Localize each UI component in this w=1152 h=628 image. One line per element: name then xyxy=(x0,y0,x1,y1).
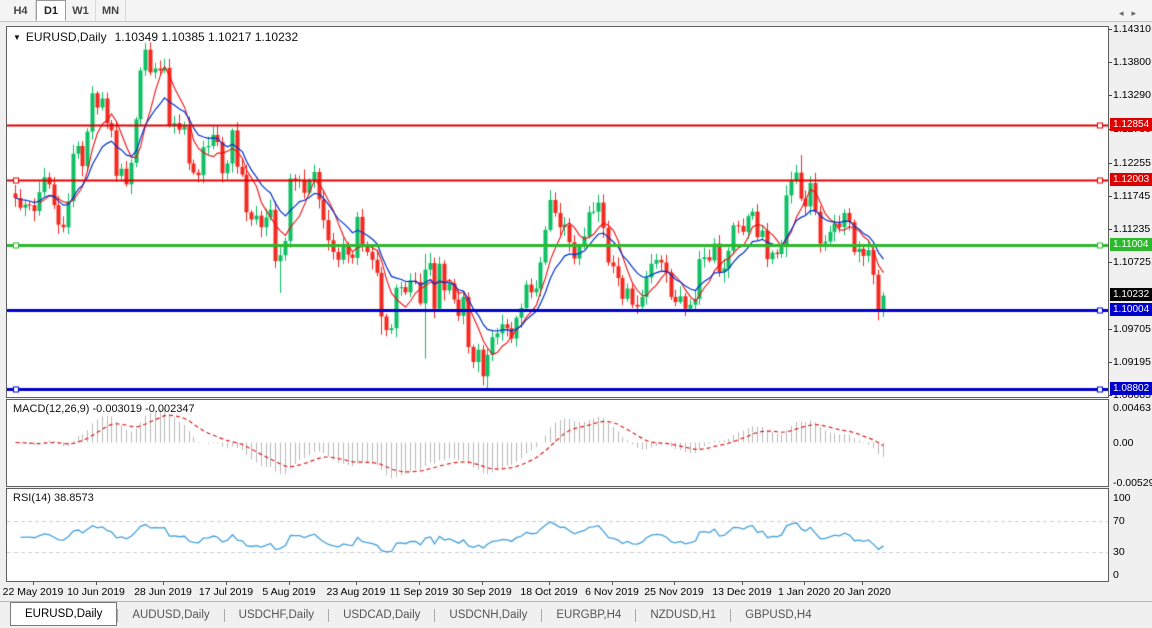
rsi-name: RSI(14) xyxy=(13,492,51,504)
date-axis-label: 17 Jul 2019 xyxy=(198,586,254,598)
macd-panel: MACD(12,26,9) -0.003019 -0.002347 xyxy=(6,399,1109,487)
symbol-tab-nzdusd[interactable]: NZDUSD,H1 xyxy=(636,604,730,626)
date-axis-label: 1 Jan 2020 xyxy=(778,586,830,598)
price-tick-mark xyxy=(1109,62,1112,63)
timeframe-button-h4[interactable]: H4 xyxy=(6,0,36,21)
price-tick-label: 1.12255 xyxy=(1113,157,1151,169)
date-axis-label: 25 Nov 2019 xyxy=(644,586,704,598)
timeframe-button-d1[interactable]: D1 xyxy=(36,0,66,21)
date-axis-label: 28 Jun 2019 xyxy=(134,586,192,598)
timeframe-button-mn[interactable]: MN xyxy=(96,0,126,21)
price-tick-label: 1.09705 xyxy=(1113,323,1151,335)
symbol-tab-eurgbp[interactable]: EURGBP,H4 xyxy=(542,604,635,626)
price-tick-mark xyxy=(1109,196,1112,197)
date-tick-mark xyxy=(419,582,420,585)
mt4-chart-window: H4 D1 W1 MN ▼ EURUSD,Daily 1.10349 1.10385 1.… xyxy=(0,0,1152,628)
price-tick-mark xyxy=(1109,163,1112,164)
chart-ohlc-values: 1.10349 1.10385 1.10217 1.10232 xyxy=(114,30,299,44)
date-tick-mark xyxy=(356,582,357,585)
price-tick-label: 1.10725 xyxy=(1113,256,1151,268)
date-axis-label: 10 Jun 2019 xyxy=(67,586,125,598)
date-tick-mark xyxy=(612,582,613,585)
rsi-axis-label: 100 xyxy=(1113,492,1131,504)
symbol-tab-usdchf[interactable]: USDCHF,Daily xyxy=(225,604,328,626)
chart-dropdown-icon[interactable]: ▼ xyxy=(13,33,21,42)
timeframe-button-w1[interactable]: W1 xyxy=(66,0,96,21)
macd-axis-label: 0.00463 xyxy=(1113,402,1151,414)
price-tick-label: 1.09195 xyxy=(1113,356,1151,368)
date-tick-mark xyxy=(674,582,675,585)
symbol-tab-audusd[interactable]: AUDUSD,Daily xyxy=(118,604,223,626)
symbol-tab-usdcnh[interactable]: USDCNH,Daily xyxy=(435,604,541,626)
price-level-badge: 1.10232 xyxy=(1110,288,1152,301)
macd-label: MACD(12,26,9) -0.003019 -0.002347 xyxy=(13,403,195,415)
date-axis: 22 May 2019 10 Jun 2019 28 Jun 2019 17 Jul … xyxy=(2,582,1152,600)
rsi-axis-label: 0 xyxy=(1113,569,1119,581)
price-level-badge: 1.11004 xyxy=(1110,238,1152,251)
macd-name: MACD(12,26,9) xyxy=(13,403,90,415)
date-axis-label: 30 Sep 2019 xyxy=(452,586,512,598)
price-tick-label: 1.13800 xyxy=(1113,56,1151,68)
price-tick-label: 1.13290 xyxy=(1113,89,1151,101)
symbol-tab-eurusd[interactable]: EURUSD,Daily xyxy=(10,601,118,626)
price-tick-label: 1.14310 xyxy=(1113,23,1151,35)
date-tick-mark xyxy=(163,582,164,585)
date-axis-label: 22 May 2019 xyxy=(2,586,64,598)
price-chart-panel: ▼ EURUSD,Daily 1.10349 1.10385 1.10217 1.1… xyxy=(6,26,1109,398)
symbol-tab-usdcad[interactable]: USDCAD,Daily xyxy=(329,604,434,626)
date-axis-label: 18 Oct 2019 xyxy=(520,586,578,598)
symbol-tab-gbpusd[interactable]: GBPUSD,H4 xyxy=(731,604,825,626)
date-tick-mark xyxy=(96,582,97,585)
price-tick-mark xyxy=(1109,262,1112,263)
price-level-badge: 1.08802 xyxy=(1110,382,1152,395)
rsi-canvas[interactable] xyxy=(7,489,1108,581)
timeframe-toolbar: H4 D1 W1 MN xyxy=(0,0,1152,22)
price-tick-label: 1.11235 xyxy=(1113,223,1151,235)
price-tick-mark xyxy=(1109,395,1112,396)
date-tick-mark xyxy=(862,582,863,585)
symbol-tab-bar: EURUSD,Daily AUDUSD,Daily USDCHF,Daily USDC… xyxy=(0,601,1152,628)
date-tick-mark xyxy=(742,582,743,585)
price-tick-mark xyxy=(1109,229,1112,230)
tab-scroll-arrows[interactable]: ◂▸ xyxy=(1119,8,1144,19)
price-level-badge: 1.12003 xyxy=(1110,173,1152,186)
macd-axis-label: 0.00 xyxy=(1113,437,1134,449)
price-axis: 1.143101.138001.132901.127801.122551.117… xyxy=(1109,23,1152,582)
date-axis-label: 13 Dec 2019 xyxy=(712,586,772,598)
date-tick-mark xyxy=(804,582,805,585)
rsi-label: RSI(14) 38.8573 xyxy=(13,492,94,504)
price-level-badge: 1.10004 xyxy=(1110,303,1152,316)
date-axis-label: 11 Sep 2019 xyxy=(389,586,449,598)
date-tick-mark xyxy=(33,582,34,585)
macd-values: -0.003019 -0.002347 xyxy=(92,403,195,415)
rsi-axis-label: 70 xyxy=(1113,515,1125,527)
macd-axis-label: -0.005299 xyxy=(1113,477,1152,489)
date-tick-mark xyxy=(289,582,290,585)
chart-title: ▼ EURUSD,Daily 1.10349 1.10385 1.10217 1.1… xyxy=(13,30,298,44)
rsi-value: 38.8573 xyxy=(53,492,94,504)
date-axis-label: 23 Aug 2019 xyxy=(326,586,386,598)
date-axis-label: 20 Jan 2020 xyxy=(833,586,891,598)
date-tick-mark xyxy=(482,582,483,585)
chart-symbol-label: EURUSD,Daily xyxy=(25,30,107,44)
tab-scroll-right-icon[interactable]: ▸ xyxy=(1131,8,1144,18)
price-tick-mark xyxy=(1109,362,1112,363)
rsi-panel: RSI(14) 38.8573 xyxy=(6,488,1109,582)
price-level-badge: 1.12854 xyxy=(1110,118,1152,131)
date-axis-label: 5 Aug 2019 xyxy=(262,586,316,598)
price-chart-canvas[interactable] xyxy=(7,27,1108,397)
price-tick-mark xyxy=(1109,95,1112,96)
date-tick-mark xyxy=(549,582,550,585)
rsi-axis-label: 30 xyxy=(1113,546,1125,558)
date-tick-mark xyxy=(226,582,227,585)
tab-scroll-left-icon[interactable]: ◂ xyxy=(1119,8,1132,18)
price-tick-mark xyxy=(1109,29,1112,30)
price-tick-label: 1.11745 xyxy=(1113,190,1151,202)
price-tick-mark xyxy=(1109,329,1112,330)
date-axis-label: 6 Nov 2019 xyxy=(585,586,639,598)
